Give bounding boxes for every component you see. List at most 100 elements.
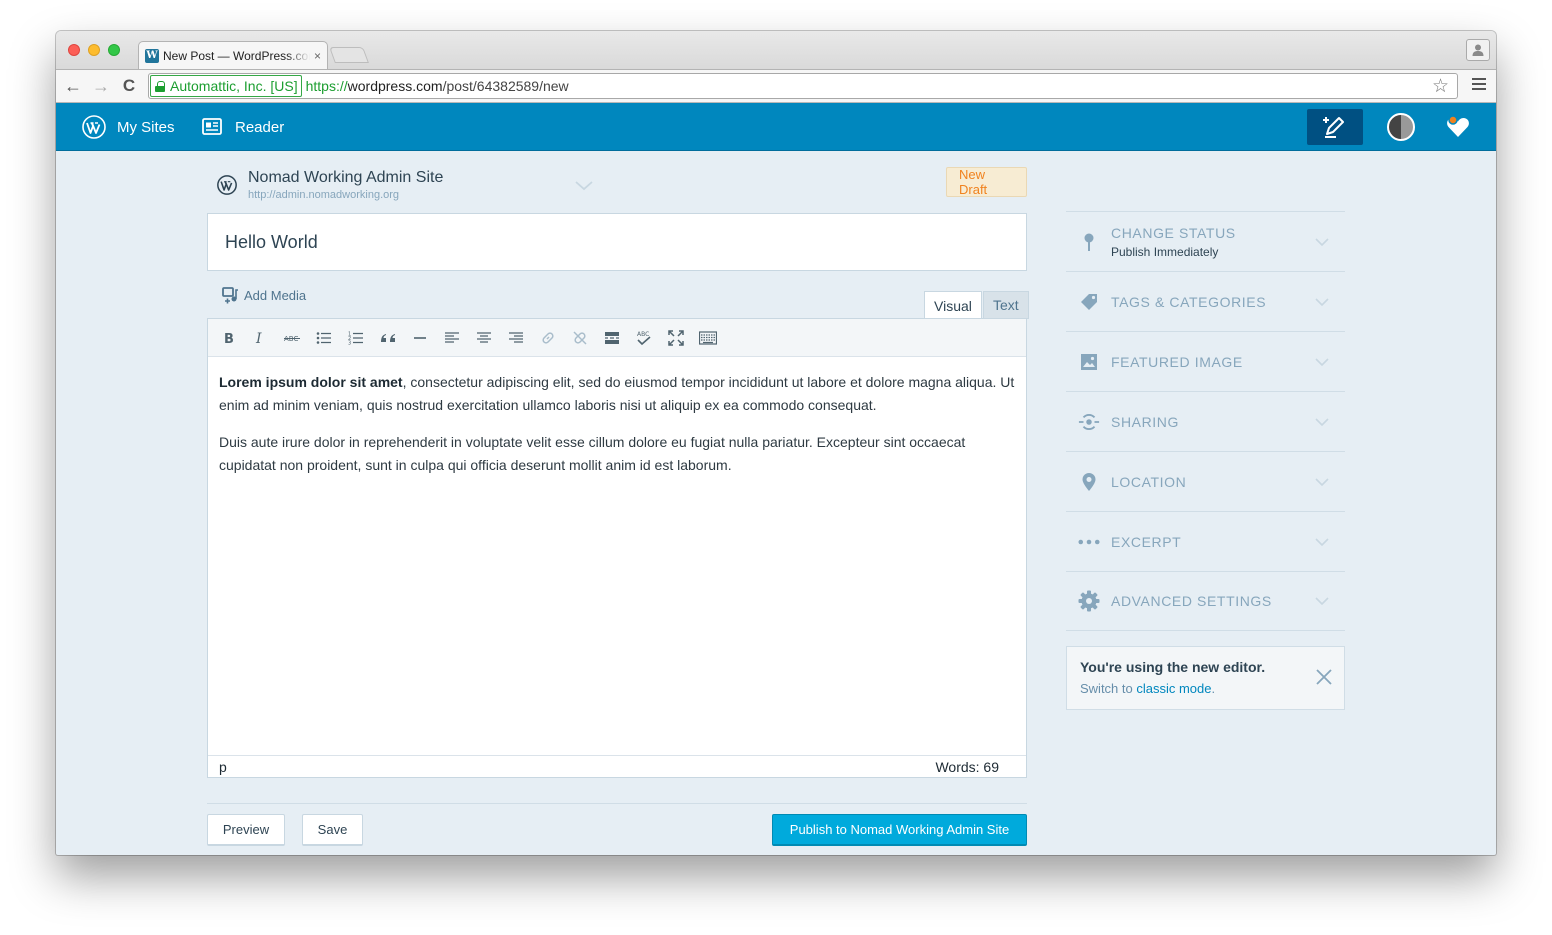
link-icon [542, 331, 554, 344]
content-paragraph: Lorem ipsum dolor sit amet, consectetur … [219, 371, 1016, 417]
bold-icon: B [224, 332, 234, 345]
browser-tab[interactable]: W New Post — WordPress.com × [138, 41, 328, 69]
post-title-input[interactable]: Hello World [207, 213, 1027, 271]
remove-link-button[interactable] [564, 323, 596, 353]
insert-link-button[interactable] [532, 323, 564, 353]
svg-text:B: B [224, 332, 234, 345]
read-more-button[interactable] [596, 323, 628, 353]
sharing-icon [1078, 413, 1100, 430]
tab-visual[interactable]: Visual [924, 291, 982, 320]
spellcheck-button[interactable]: ABC [628, 323, 660, 353]
editor-sidebar: Change Status Publish Immediately Tags &… [1066, 211, 1345, 631]
zoom-window-button[interactable] [108, 44, 120, 56]
save-button[interactable]: Save [302, 814, 363, 846]
editor: B I ABC 123 [207, 318, 1027, 778]
content-bold-text: Lorem ipsum dolor sit amet [219, 374, 403, 390]
horizontal-rule-button[interactable] [404, 323, 436, 353]
minimize-window-button[interactable] [88, 44, 100, 56]
reader-icon [202, 118, 222, 135]
fullscreen-button[interactable] [660, 323, 692, 353]
url-text[interactable]: https://wordpress.com/post/64382589/new [306, 78, 569, 94]
post-content-area[interactable]: Lorem ipsum dolor sit amet, consectetur … [208, 357, 1026, 477]
svg-text:I: I [255, 331, 262, 345]
avatar[interactable] [1387, 113, 1415, 141]
sidebar-item-label: Change Status [1111, 224, 1236, 241]
close-window-button[interactable] [68, 44, 80, 56]
profile-icon[interactable] [1466, 39, 1490, 61]
italic-button[interactable]: I [244, 323, 276, 353]
sidebar-item-tags-categories[interactable]: Tags & Categories [1066, 271, 1345, 331]
close-icon[interactable] [1316, 669, 1332, 685]
pin-icon [1078, 232, 1100, 252]
sidebar-item-label: Advanced Settings [1111, 593, 1272, 609]
forward-icon[interactable]: → [90, 75, 112, 97]
reload-icon[interactable]: C [118, 75, 140, 97]
write-post-button[interactable] [1307, 109, 1363, 145]
element-path[interactable]: p [219, 759, 227, 775]
word-count: Words: 69 [935, 758, 999, 775]
align-right-icon [509, 331, 523, 343]
notice-prefix: Switch to [1080, 681, 1137, 696]
preview-button[interactable]: Preview [207, 814, 285, 846]
site-selector[interactable]: Nomad Working Admin Site http://admin.no… [207, 161, 1027, 211]
tab-strip: W New Post — WordPress.com × [56, 31, 1496, 69]
chevron-down-icon[interactable] [575, 181, 593, 191]
toolbar-toggle-button[interactable] [692, 323, 724, 353]
tab-text[interactable]: Text [983, 291, 1029, 319]
bullet-list-button[interactable] [308, 323, 340, 353]
add-media-icon [222, 287, 238, 304]
bullet-list-icon [316, 331, 331, 344]
sidebar-item-change-status[interactable]: Change Status Publish Immediately [1066, 211, 1345, 271]
editor-status-bar: p Words: 69 [208, 755, 1026, 777]
excerpt-icon [1078, 538, 1100, 546]
numbered-list-icon: 123 [348, 331, 363, 345]
star-icon[interactable]: ☆ [1432, 75, 1449, 98]
sidebar-item-excerpt[interactable]: Excerpt [1066, 511, 1345, 571]
add-media-button[interactable]: Add Media [222, 287, 306, 304]
align-left-button[interactable] [436, 323, 468, 353]
tab-title: New Post — WordPress.com [163, 48, 310, 63]
publish-button[interactable]: Publish to Nomad Working Admin Site [772, 814, 1027, 846]
url-path: /post/64382589/new [442, 78, 569, 94]
url-host: wordpress.com [347, 78, 443, 94]
sidebar-item-location[interactable]: Location [1066, 451, 1345, 511]
ev-certificate-badge[interactable]: Automattic, Inc. [US] [150, 75, 302, 97]
bold-button[interactable]: B [212, 323, 244, 353]
align-right-button[interactable] [500, 323, 532, 353]
my-sites-link[interactable]: My Sites [82, 103, 175, 151]
strikethrough-icon: ABC [284, 335, 300, 343]
sidebar-item-label: Location [1111, 473, 1187, 490]
tab-close-icon[interactable]: × [314, 49, 321, 63]
content-paragraph: Duis aute irure dolor in reprehenderit i… [219, 431, 1016, 477]
new-editor-notice: You're using the new editor. Switch to c… [1066, 646, 1345, 710]
menu-icon[interactable] [1472, 78, 1486, 90]
align-left-icon [445, 331, 459, 343]
sidebar-item-sharing[interactable]: Sharing [1066, 391, 1345, 451]
sidebar-item-advanced-settings[interactable]: Advanced Settings [1066, 571, 1345, 631]
classic-mode-link[interactable]: classic mode [1136, 681, 1211, 696]
back-icon[interactable]: ← [62, 75, 84, 97]
wordpress-favicon-icon: W [145, 48, 159, 63]
chevron-down-icon [1315, 477, 1329, 486]
notifications-button[interactable] [1444, 113, 1472, 141]
blockquote-button[interactable] [372, 323, 404, 353]
divider [207, 803, 1027, 804]
ev-label: Automattic, Inc. [US] [170, 78, 298, 94]
chevron-down-icon [1315, 237, 1329, 246]
new-tab-button[interactable] [329, 47, 369, 63]
svg-text:ABC: ABC [637, 331, 649, 338]
numbered-list-button[interactable]: 123 [340, 323, 372, 353]
align-center-button[interactable] [468, 323, 500, 353]
write-post-icon [1323, 117, 1344, 138]
sidebar-item-label: Tags & Categories [1111, 293, 1267, 310]
strikethrough-button[interactable]: ABC [276, 323, 308, 353]
sidebar-item-featured-image[interactable]: Featured Image [1066, 331, 1345, 391]
sidebar-item-label: Excerpt [1111, 533, 1182, 550]
browser-toolbar: ← → C Automattic, Inc. [US] https://word… [56, 69, 1496, 103]
italic-icon: I [255, 331, 262, 345]
sidebar-item-label: Featured Image [1111, 353, 1243, 370]
address-bar[interactable]: Automattic, Inc. [US] https://wordpress.… [148, 73, 1458, 99]
url-scheme: https:// [305, 78, 348, 94]
chevron-down-icon [1315, 417, 1329, 426]
reader-link[interactable]: Reader [202, 103, 284, 151]
